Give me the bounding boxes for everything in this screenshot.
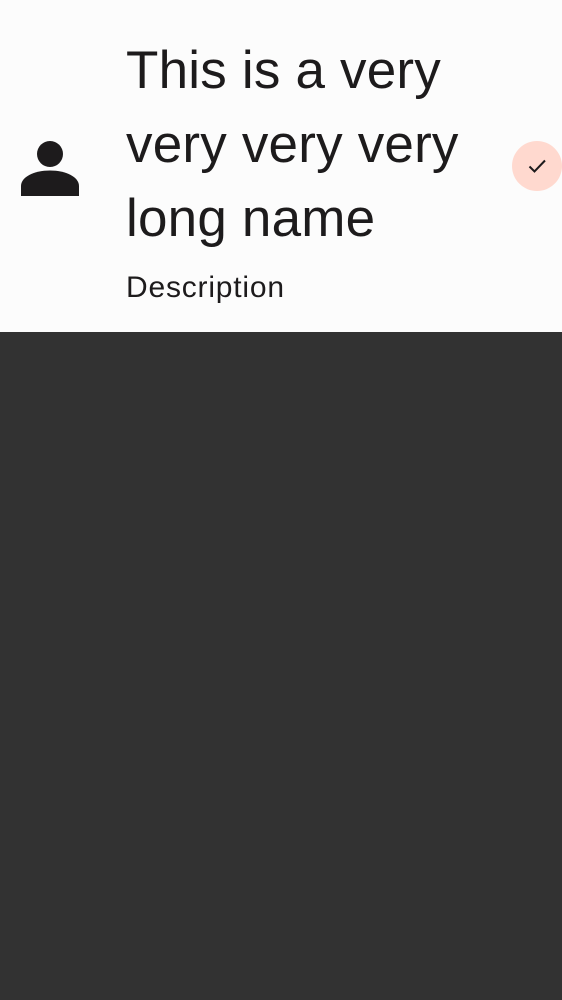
check-icon [528,159,546,173]
list-item-description: Description [126,271,285,304]
screen: This is a very very very very long name … [0,0,562,1000]
list-item[interactable]: This is a very very very very long name … [0,0,562,332]
list-item-text: This is a very very very very long name … [126,34,506,306]
check-button[interactable] [512,141,562,191]
list-item-title: This is a very very very very long name [126,41,459,248]
person-icon [20,136,80,196]
